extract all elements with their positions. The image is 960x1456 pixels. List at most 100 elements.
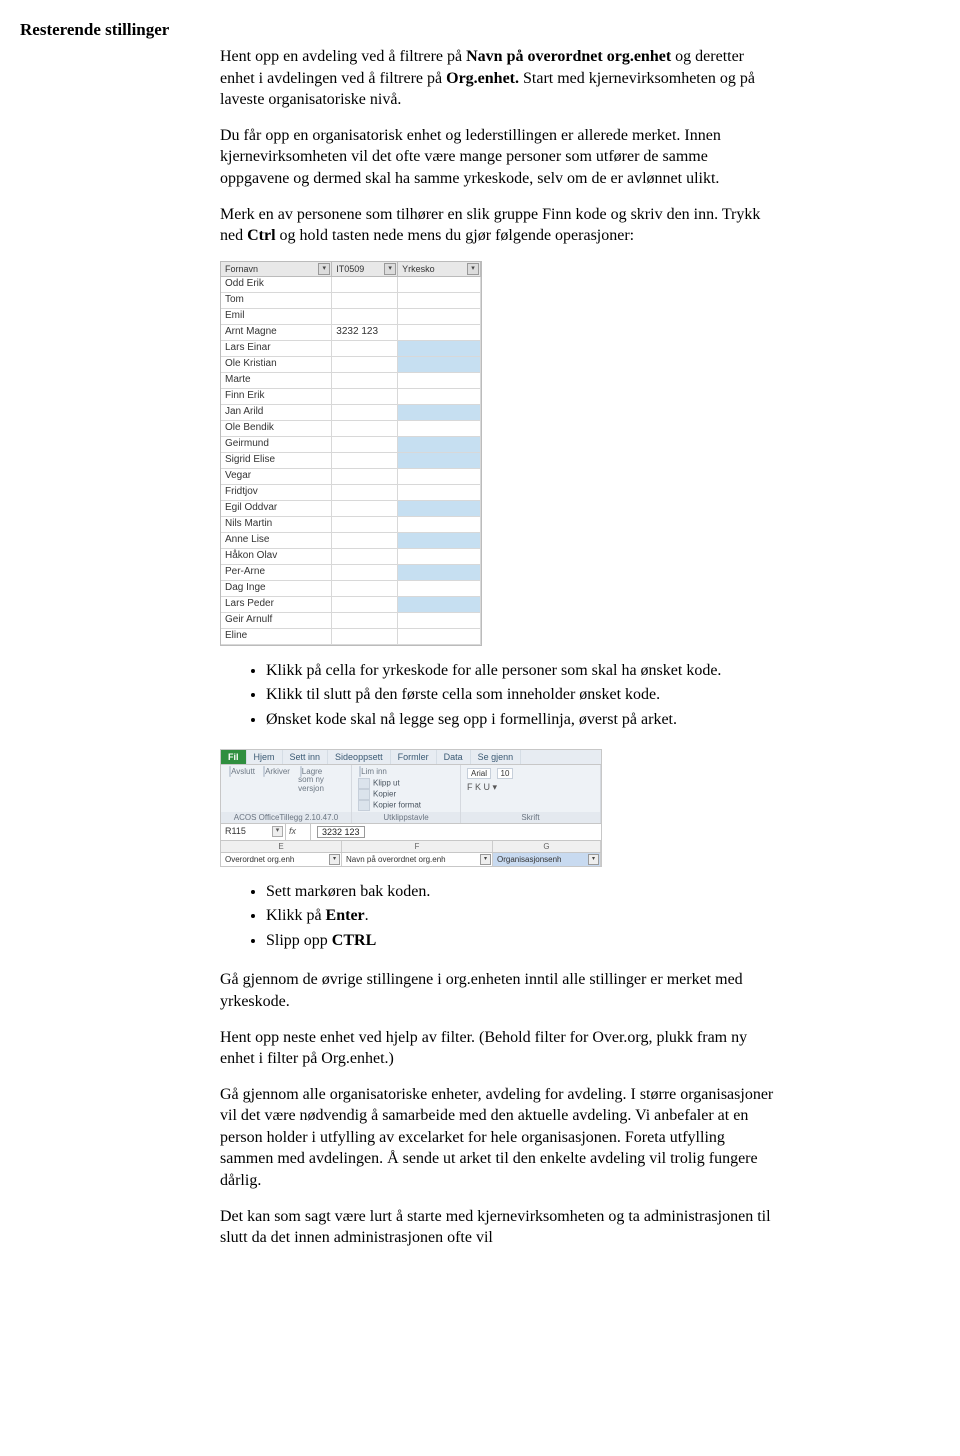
font-style-controls[interactable]: F K U ▾ [467,782,594,793]
cell-it0509[interactable] [332,357,398,373]
cell-yrkeskode[interactable] [398,549,481,565]
cell-name[interactable]: Ole Kristian [221,357,332,373]
cell-name[interactable]: Dag Inge [221,581,332,597]
btn-lagre-som[interactable]: Lagre som ny versjon [296,768,326,794]
cell-it0509[interactable] [332,341,398,357]
tab-se-gjennom[interactable]: Se gjenn [471,750,522,764]
cell-it0509[interactable] [332,597,398,613]
cell-it0509[interactable] [332,277,398,293]
btn-lim-inn[interactable]: Lim inn [358,768,388,777]
filter-dropdown-icon[interactable]: ▾ [318,263,330,275]
cell-name[interactable]: Marte [221,373,332,389]
cell-it0509[interactable] [332,293,398,309]
cell-name[interactable]: Arnt Magne [221,325,332,341]
btn-avslutt[interactable]: Avslutt [227,768,257,777]
cell-it0509[interactable] [332,309,398,325]
cell-yrkeskode[interactable] [398,437,481,453]
cell-yrkeskode[interactable] [398,533,481,549]
col-header[interactable]: Yrkesko ▾ [398,262,481,277]
tab-hjem[interactable]: Hjem [247,750,283,764]
cell-yrkeskode[interactable] [398,597,481,613]
cell-name[interactable]: Geir Arnulf [221,613,332,629]
filter-dropdown-icon[interactable]: ▾ [384,263,396,275]
cell-name[interactable]: Lars Einar [221,341,332,357]
col-letter[interactable]: F [342,841,493,852]
cell-name[interactable]: Sigrid Elise [221,453,332,469]
cell-yrkeskode[interactable] [398,501,481,517]
cell-name[interactable]: Ole Bendik [221,421,332,437]
chevron-down-icon[interactable]: ▾ [272,826,283,837]
cell-it0509[interactable] [332,565,398,581]
cell-name[interactable]: Finn Erik [221,389,332,405]
name-box[interactable]: R115 ▾ [221,824,286,840]
cell-yrkeskode[interactable] [398,421,481,437]
tab-formler[interactable]: Formler [391,750,437,764]
filter-dropdown-icon[interactable]: ▾ [329,854,340,865]
formula-bar[interactable]: 3232 123 [311,824,371,840]
cell-yrkeskode[interactable] [398,293,481,309]
filter-cell[interactable]: Organisasjonsenh▾ [493,853,601,866]
cell-name[interactable]: Vegar [221,469,332,485]
cell-it0509[interactable] [332,533,398,549]
cell-name[interactable]: Jan Arild [221,405,332,421]
cell-name[interactable]: Odd Erik [221,277,332,293]
filter-dropdown-icon[interactable]: ▾ [588,854,599,865]
cell-it0509[interactable] [332,613,398,629]
cell-yrkeskode[interactable] [398,469,481,485]
filter-dropdown-icon[interactable]: ▾ [480,854,491,865]
tab-data[interactable]: Data [437,750,471,764]
tab-sett-inn[interactable]: Sett inn [283,750,329,764]
btn-klipp-ut[interactable]: Klipp ut [358,778,421,789]
cell-it0509[interactable] [332,373,398,389]
cell-it0509[interactable] [332,629,398,645]
cell-yrkeskode[interactable] [398,517,481,533]
cell-name[interactable]: Håkon Olav [221,549,332,565]
col-header[interactable]: IT0509 ▾ [332,262,398,277]
cell-name[interactable]: Geirmund [221,437,332,453]
cell-name[interactable]: Fridtjov [221,485,332,501]
col-letter[interactable]: G [493,841,601,852]
filter-cell[interactable]: Navn på overordnet org.enh▾ [342,853,493,866]
cell-yrkeskode[interactable] [398,581,481,597]
font-size-select[interactable]: 10 [497,768,514,779]
cell-it0509[interactable] [332,453,398,469]
col-letter[interactable]: E [221,841,342,852]
cell-yrkeskode[interactable] [398,389,481,405]
btn-kopier-format[interactable]: Kopier format [358,800,421,811]
cell-name[interactable]: Emil [221,309,332,325]
cell-yrkeskode[interactable] [398,341,481,357]
cell-yrkeskode[interactable] [398,325,481,341]
cell-yrkeskode[interactable] [398,309,481,325]
col-header[interactable]: Fornavn ▾ [221,262,332,277]
cell-it0509[interactable]: 3232 123 [332,325,398,341]
cell-it0509[interactable] [332,517,398,533]
tab-sideoppsett[interactable]: Sideoppsett [328,750,391,764]
cell-it0509[interactable] [332,421,398,437]
cell-name[interactable]: Egil Oddvar [221,501,332,517]
cell-name[interactable]: Eline [221,629,332,645]
cell-it0509[interactable] [332,549,398,565]
cell-name[interactable]: Per-Arne [221,565,332,581]
cell-yrkeskode[interactable] [398,629,481,645]
cell-name[interactable]: Lars Peder [221,597,332,613]
cell-yrkeskode[interactable] [398,485,481,501]
tab-fil[interactable]: Fil [221,750,247,764]
cell-name[interactable]: Nils Martin [221,517,332,533]
font-name-select[interactable]: Arial [467,768,491,779]
cell-name[interactable]: Anne Lise [221,533,332,549]
cell-it0509[interactable] [332,469,398,485]
cell-it0509[interactable] [332,501,398,517]
cell-it0509[interactable] [332,485,398,501]
cell-yrkeskode[interactable] [398,373,481,389]
btn-arkiver[interactable]: Arkiver [262,768,292,777]
cell-yrkeskode[interactable] [398,453,481,469]
filter-cell[interactable]: Overordnet org.enh▾ [221,853,342,866]
cell-it0509[interactable] [332,437,398,453]
filter-dropdown-icon[interactable]: ▾ [467,263,479,275]
cell-yrkeskode[interactable] [398,613,481,629]
cell-yrkeskode[interactable] [398,357,481,373]
cell-yrkeskode[interactable] [398,277,481,293]
cell-name[interactable]: Tom [221,293,332,309]
cell-it0509[interactable] [332,581,398,597]
btn-kopier[interactable]: Kopier [358,789,421,800]
